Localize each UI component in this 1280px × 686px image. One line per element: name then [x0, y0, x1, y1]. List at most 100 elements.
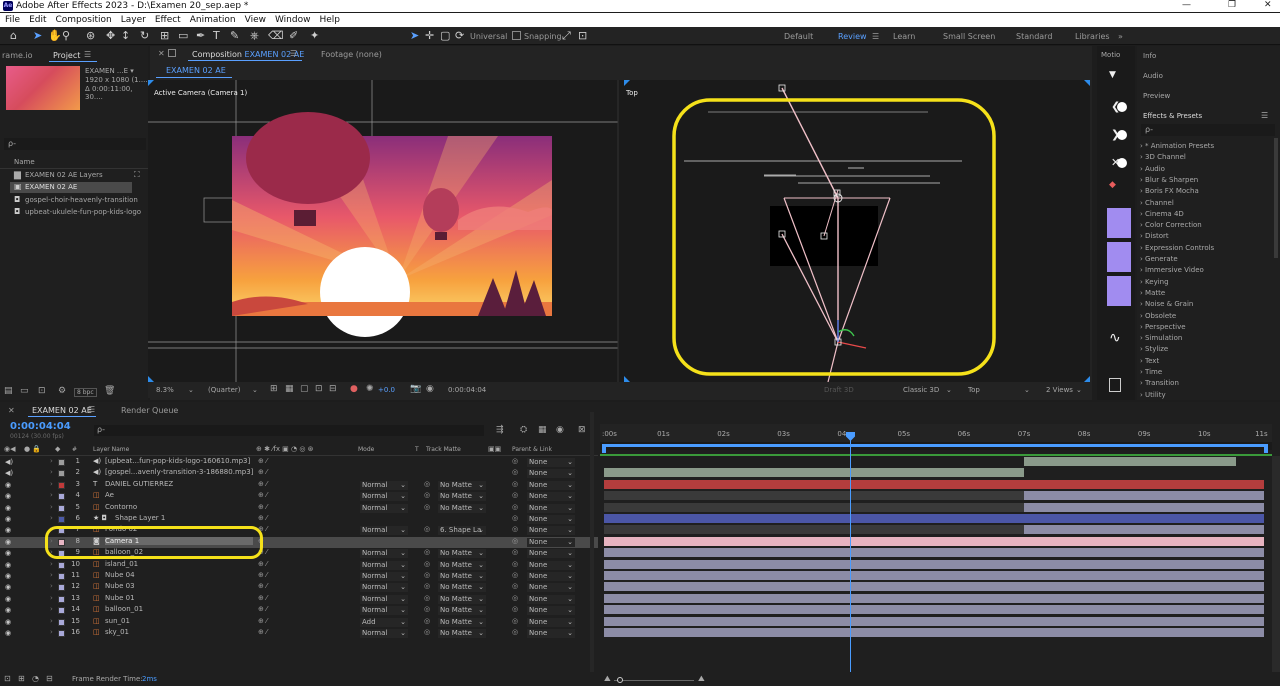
visibility-eye-icon[interactable]: ◉ — [5, 606, 11, 614]
workspace-libraries[interactable]: Libraries — [1075, 32, 1110, 41]
parent-pickwhip-icon[interactable]: ◎ — [512, 525, 518, 533]
switches-header-icons[interactable]: ⊕ ✱ ⁄fx ▣ ◔ ◎ ⊛ — [256, 445, 314, 453]
layer-switches[interactable]: ⊕ ⁄ — [258, 457, 267, 465]
layer-name[interactable]: sky_01 — [105, 628, 129, 636]
expand-chevron-icon[interactable]: › — [50, 594, 53, 602]
label-color-swatch[interactable] — [58, 618, 65, 626]
visibility-eye-icon[interactable]: ◉ — [5, 618, 11, 626]
parent-pickwhip-icon[interactable]: ◎ — [512, 457, 518, 465]
layer-switches[interactable]: ⊕ ⁄ — [258, 617, 267, 625]
label-color-swatch[interactable] — [58, 595, 65, 603]
scale-icon[interactable]: ▢ — [440, 30, 450, 42]
parent-pickwhip-icon[interactable]: ◎ — [512, 582, 518, 590]
work-area-bar[interactable] — [600, 442, 1272, 450]
toggle-switches-icon[interactable]: ⊡ — [4, 674, 11, 683]
toggle-in-out-icon[interactable]: ⊟ — [46, 674, 53, 683]
effect-category[interactable]: › 3D Channel — [1140, 153, 1186, 161]
effect-category[interactable]: › Boris FX Mocha — [1140, 187, 1199, 195]
matte-pickwhip-icon[interactable]: ◎ — [424, 560, 430, 568]
parent-select[interactable]: None ⌄ — [527, 629, 575, 638]
visibility-eye-icon[interactable]: ◉ — [5, 504, 11, 512]
visibility-eye-icon[interactable]: ◉ — [5, 595, 11, 603]
keyframe-icon[interactable]: ◆ — [1109, 180, 1116, 190]
puppet-pin-icon[interactable]: ✦ — [310, 30, 319, 42]
matte-pickwhip-icon[interactable]: ◎ — [424, 571, 430, 579]
matte-pickwhip-icon[interactable]: ◎ — [424, 525, 430, 533]
track-matte-select[interactable]: No Matte ⌄ — [438, 480, 486, 490]
parent-select[interactable]: None ⌄ — [527, 526, 575, 536]
effects-search-input[interactable]: ρ- — [1141, 124, 1275, 136]
tab-audio[interactable]: Audio — [1143, 72, 1163, 80]
zoom-select[interactable]: 8.3% — [156, 386, 174, 394]
layer-row[interactable]: ◀) › 2 ◀) [gospel...avenly-transition-3-1868… — [0, 468, 598, 479]
region-of-interest-icon[interactable]: ⊡ — [315, 384, 323, 394]
track-matte-select[interactable]: No Matte ⌄ — [438, 629, 486, 638]
layer-duration-bar[interactable] — [604, 605, 1264, 615]
fast-preview-icon[interactable]: ⊞ — [270, 384, 278, 394]
effect-category[interactable]: › Distort — [1140, 232, 1169, 240]
track-matte-header[interactable]: Track Matte — [426, 446, 461, 453]
flowchart-icon[interactable]: ⛶ — [134, 170, 140, 180]
blend-mode-select[interactable]: Normal ⌄ — [360, 526, 408, 536]
panel-divider[interactable] — [590, 412, 594, 672]
label-color-swatch[interactable] — [58, 573, 65, 580]
effect-category[interactable]: › Noise & Grain — [1140, 300, 1193, 308]
project-row[interactable]: ◘ gospel-choir-heavenly-transition — [10, 195, 148, 206]
parent-select[interactable]: None ⌄ — [527, 480, 575, 490]
layer-duration-bar[interactable] — [604, 559, 1264, 569]
layer-duration-bar[interactable] — [604, 593, 1264, 603]
snap-options-icon[interactable]: ⤢ — [562, 30, 571, 42]
blend-mode-select[interactable]: Normal ⌄ — [360, 503, 408, 513]
bit-depth-button[interactable]: 8 bpc — [74, 388, 97, 397]
timeline-zoom-slider[interactable] — [614, 680, 694, 681]
parent-select[interactable]: None ⌄ — [527, 503, 575, 513]
chevron-down-icon[interactable]: ⌄ — [1024, 386, 1030, 394]
parent-select[interactable]: None ⌄ — [527, 583, 575, 593]
menu-animation[interactable]: Animation — [190, 15, 236, 25]
tab-footage[interactable]: Footage (none) — [321, 50, 382, 59]
type-tool-icon[interactable]: T — [213, 30, 220, 42]
mode-header[interactable]: Mode — [358, 446, 374, 453]
effect-category[interactable]: › Obsolete — [1140, 312, 1176, 320]
matte-pickwhip-icon[interactable]: ◎ — [424, 491, 430, 499]
timeline-vertical-scrollbar[interactable] — [1272, 456, 1280, 672]
dolly-camera-icon[interactable]: ↕ — [121, 30, 130, 42]
tab-composition[interactable]: Composition EXAMEN 02 AE — [192, 50, 304, 59]
label-color-swatch[interactable] — [58, 607, 65, 615]
parent-pickwhip-icon[interactable]: ◎ — [512, 537, 518, 545]
track-matte-select[interactable]: No Matte ⌄ — [438, 572, 486, 581]
tab-frameio[interactable]: rame.io — [2, 51, 33, 60]
expand-chevron-icon[interactable]: › — [50, 582, 53, 590]
workspace-standard[interactable]: Standard — [1016, 32, 1052, 41]
project-row-selected[interactable]: ▣ EXAMEN 02 AE — [10, 182, 132, 193]
expand-chevron-icon[interactable]: › — [50, 514, 53, 522]
layer-row[interactable]: ◉ › 15 ◫ sun_01 ⊕ ⁄ Add ⌄ ◎ No Matte ⌄ ◎ None ⌄ — [0, 617, 598, 628]
expand-chevron-icon[interactable]: › — [50, 617, 53, 625]
workspace-default[interactable]: Default — [784, 32, 813, 41]
menu-view[interactable]: View — [245, 15, 266, 25]
track-matte-select[interactable]: No Matte ⌄ — [438, 503, 486, 513]
track-matte-select[interactable]: No Matte ⌄ — [438, 617, 486, 627]
effect-category[interactable]: › Channel — [1140, 199, 1174, 207]
visibility-eye-icon[interactable]: ◉ — [5, 561, 11, 569]
visibility-eye-icon[interactable]: ◉ — [5, 629, 11, 637]
tab-preview[interactable]: Preview — [1143, 92, 1170, 100]
grid-guides-icon[interactable]: ⊟ — [329, 384, 337, 394]
panel-menu-icon[interactable]: ☰ — [84, 50, 91, 59]
label-color-swatch[interactable] — [58, 584, 65, 592]
parent-select[interactable]: None ⌄ — [527, 549, 575, 559]
expand-chevron-icon[interactable]: › — [50, 560, 53, 568]
layer-row[interactable]: ◉ › 12 ◫ Nube 03 ⊕ ⁄ Normal ⌄ ◎ No Matte ⌄ ◎ None ⌄ — [0, 582, 598, 593]
track-matte-select[interactable]: No Matte ⌄ — [438, 594, 486, 604]
motion-swatch[interactable] — [1107, 242, 1131, 272]
layer-duration-bar[interactable] — [604, 514, 1264, 523]
layer-switches[interactable]: ⊕ ⁄ — [258, 468, 267, 476]
layer-name[interactable]: Nube 03 — [105, 582, 135, 590]
maximize-icon[interactable]: ❐ — [1228, 0, 1236, 10]
mask-visibility-icon[interactable]: ▢ — [300, 384, 309, 394]
visibility-eye-icon[interactable]: ◉ — [5, 526, 11, 534]
layer-row[interactable]: ◉ › 11 ◫ Nube 04 ⊕ ⁄ Normal ⌄ ◎ No Matte ⌄ ◎ None ⌄ — [0, 571, 598, 582]
resolution-select[interactable]: (Quarter) — [208, 386, 241, 394]
current-time-indicator[interactable] — [850, 432, 851, 672]
layer-row[interactable]: ◉ › 13 ◫ Nube 01 ⊕ ⁄ Normal ⌄ ◎ No Matte ⌄ ◎ None ⌄ — [0, 594, 598, 605]
